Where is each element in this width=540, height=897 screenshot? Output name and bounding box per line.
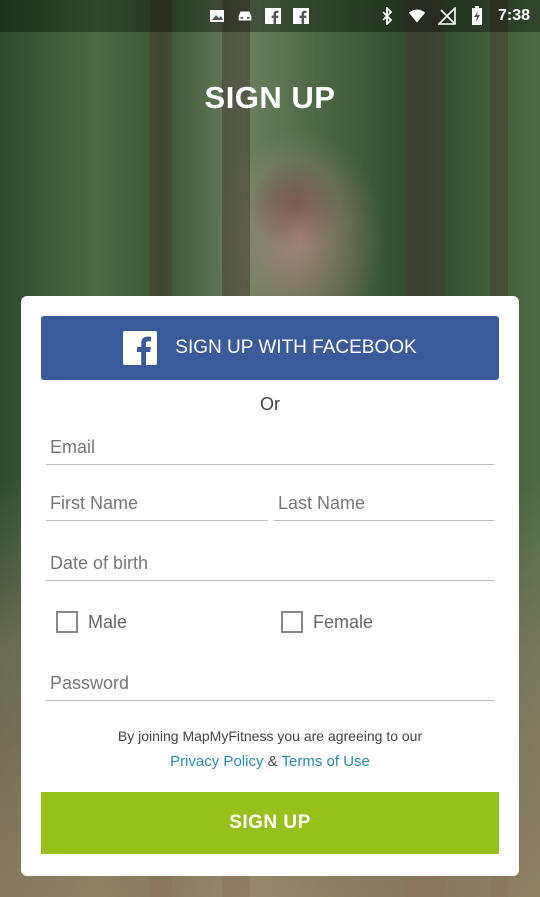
signup-button[interactable]: SIGN UP — [41, 792, 499, 854]
bluetooth-icon — [378, 7, 396, 25]
male-label: Male — [88, 611, 128, 632]
facebook-signup-label: SIGN UP WITH FACEBOOK — [175, 337, 417, 358]
clock: 7:38 — [497, 7, 530, 24]
checkbox-icon — [56, 611, 78, 633]
image-icon — [208, 7, 226, 25]
battery-charging-icon — [468, 6, 486, 25]
terms-text: By joining MapMyFitness you are agreeing… — [117, 728, 423, 744]
facebook-icon — [123, 331, 158, 365]
facebook-signup-button[interactable]: SIGN UP WITH FACEBOOK — [41, 316, 499, 380]
facebook-icon — [292, 7, 310, 25]
gender-female-checkbox[interactable]: Female — [281, 611, 373, 633]
email-placeholder: Email — [50, 437, 96, 457]
first-name-field[interactable]: First Name — [46, 490, 268, 521]
date-of-birth-field[interactable]: Date of birth — [46, 550, 494, 581]
car-icon — [236, 7, 254, 25]
last-name-placeholder: Last Name — [278, 493, 366, 513]
or-divider-text: Or — [260, 394, 280, 414]
terms-notice: By joining MapMyFitness you are agreeing… — [21, 728, 519, 770]
status-bar: 7:38 — [0, 0, 540, 32]
terms-separator: & — [267, 753, 278, 770]
first-name-placeholder: First Name — [50, 493, 139, 513]
terms-of-use-link[interactable]: Terms of Use — [282, 753, 370, 770]
wifi-icon — [408, 7, 426, 25]
facebook-icon — [264, 7, 282, 25]
email-field[interactable]: Email — [46, 434, 494, 465]
page-title: SIGN UP — [204, 80, 336, 115]
privacy-policy-link[interactable]: Privacy Policy — [170, 753, 263, 770]
checkbox-icon — [281, 611, 303, 633]
no-signal-icon — [437, 7, 456, 25]
password-field[interactable]: Password — [46, 670, 494, 701]
last-name-field[interactable]: Last Name — [274, 490, 494, 521]
signup-card: SIGN UP WITH FACEBOOK Or Email First Nam… — [21, 296, 519, 876]
female-label: Female — [313, 611, 374, 632]
gender-male-checkbox[interactable]: Male — [56, 611, 127, 633]
signup-button-label: SIGN UP — [229, 812, 311, 833]
date-of-birth-placeholder: Date of birth — [50, 553, 149, 573]
password-placeholder: Password — [50, 673, 130, 693]
